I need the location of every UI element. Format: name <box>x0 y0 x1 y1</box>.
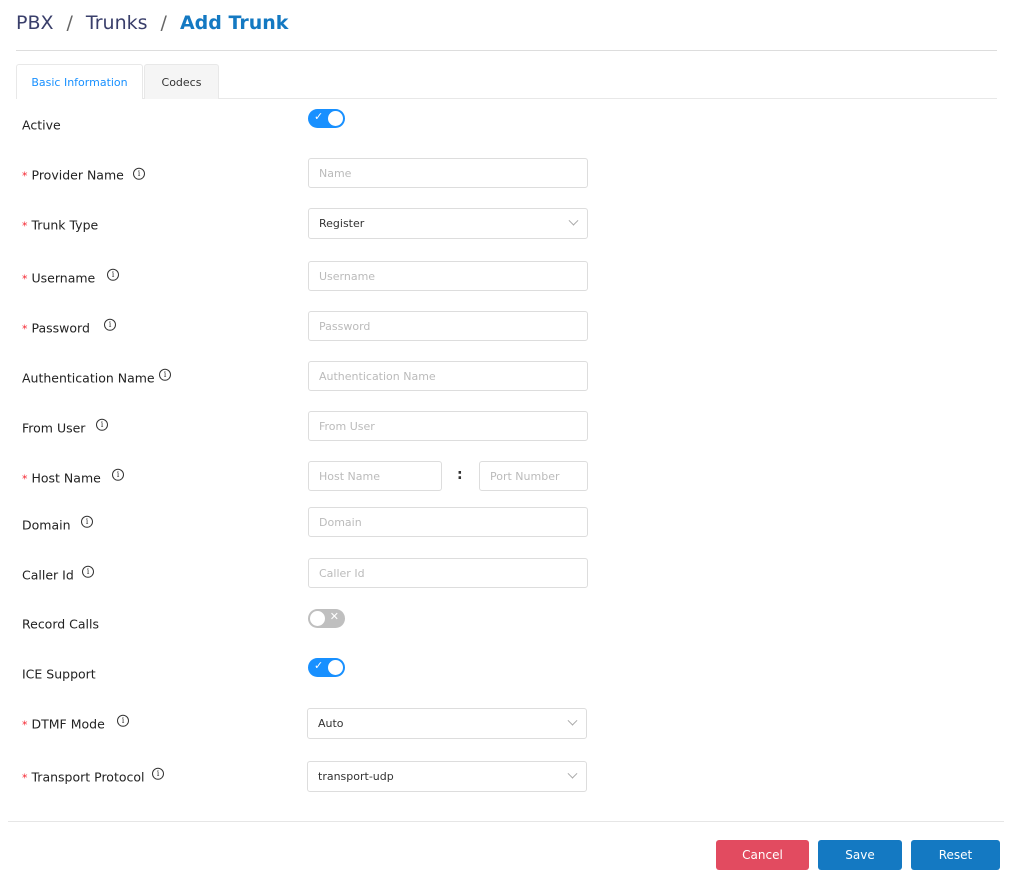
save-button[interactable]: Save <box>818 840 902 870</box>
authentication-name-input[interactable] <box>308 361 588 391</box>
from-user-label: From User <box>22 420 86 436</box>
caller-id-input[interactable] <box>308 558 588 588</box>
port-number-input[interactable] <box>479 461 588 491</box>
header-divider <box>16 50 997 51</box>
username-input[interactable] <box>308 261 588 291</box>
dtmf-mode-select[interactable]: Auto <box>307 708 587 739</box>
footer-divider <box>8 821 1004 822</box>
close-icon: ✕ <box>329 610 339 623</box>
chevron-down-icon <box>568 215 579 226</box>
page-title: Add Trunk <box>179 12 289 34</box>
active-toggle[interactable]: ✓ <box>308 109 345 128</box>
breadcrumb: PBX / Trunks / Add Trunk <box>16 12 288 34</box>
breadcrumb-separator: / <box>66 12 73 34</box>
provider-name-label: * Provider Name <box>22 167 124 183</box>
check-icon: ✓ <box>314 659 324 672</box>
ice-support-label: ICE Support <box>22 666 96 682</box>
info-icon[interactable]: i <box>104 318 116 331</box>
provider-name-input[interactable] <box>308 158 588 188</box>
ice-support-toggle[interactable]: ✓ <box>308 658 345 677</box>
breadcrumb-separator: / <box>160 12 167 34</box>
dtmf-mode-label: * DTMF Mode <box>22 716 105 732</box>
breadcrumb-pbx[interactable]: PBX <box>16 12 54 34</box>
password-input[interactable] <box>308 311 588 341</box>
host-name-label: * Host Name <box>22 470 101 486</box>
info-icon[interactable]: i <box>81 515 93 528</box>
info-icon[interactable]: i <box>152 767 164 780</box>
reset-button[interactable]: Reset <box>911 840 1000 870</box>
dtmf-mode-value: Auto <box>318 717 344 730</box>
transport-protocol-select[interactable]: transport-udp <box>307 761 587 792</box>
info-icon[interactable]: i <box>112 468 124 481</box>
trunk-type-value: Register <box>319 217 365 230</box>
check-icon: ✓ <box>314 110 324 123</box>
authentication-name-label: Authentication Name <box>22 370 155 386</box>
tab-codecs[interactable]: Codecs <box>144 64 219 99</box>
host-port-separator: : <box>457 467 463 483</box>
caller-id-label: Caller Id <box>22 567 74 583</box>
host-name-input[interactable] <box>308 461 442 491</box>
transport-protocol-label: * Transport Protocol <box>22 769 145 785</box>
info-icon[interactable]: i <box>96 418 108 431</box>
transport-protocol-value: transport-udp <box>318 770 394 783</box>
info-icon[interactable]: i <box>159 368 171 381</box>
info-icon[interactable]: i <box>133 167 145 180</box>
info-icon[interactable]: i <box>117 714 129 727</box>
domain-input[interactable] <box>308 507 588 537</box>
domain-label: Domain <box>22 517 71 533</box>
username-label: * Username <box>22 270 96 286</box>
record-calls-label: Record Calls <box>22 616 100 632</box>
chevron-down-icon <box>567 715 578 726</box>
tab-basic-information[interactable]: Basic Information <box>16 64 143 99</box>
chevron-down-icon <box>567 768 578 779</box>
info-icon[interactable]: i <box>107 268 119 281</box>
breadcrumb-trunks[interactable]: Trunks <box>86 12 148 34</box>
from-user-input[interactable] <box>308 411 588 441</box>
active-label: Active <box>22 117 61 133</box>
cancel-button[interactable]: Cancel <box>716 840 809 870</box>
info-icon[interactable]: i <box>82 565 94 578</box>
trunk-type-select[interactable]: Register <box>308 208 588 239</box>
password-label: * Password <box>22 320 90 336</box>
record-calls-toggle[interactable]: ✕ <box>308 609 345 628</box>
trunk-type-label: * Trunk Type <box>22 217 99 233</box>
